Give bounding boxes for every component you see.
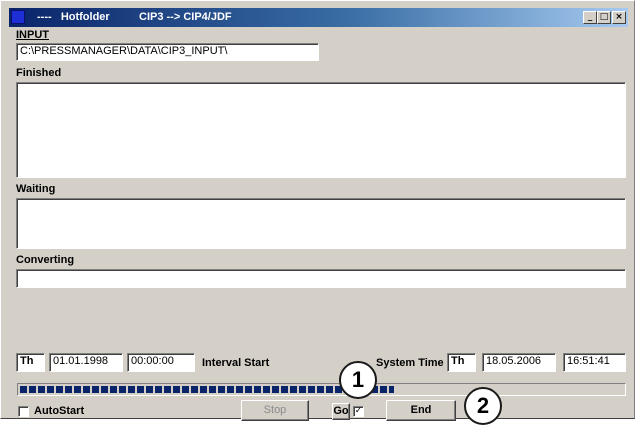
finished-list[interactable] <box>16 82 626 178</box>
waiting-list[interactable] <box>16 198 626 249</box>
progress-fill <box>20 386 394 393</box>
progress-bar <box>17 383 626 396</box>
title-prefix: ---- Hotfolder <box>37 11 110 23</box>
end-button[interactable]: End <box>386 400 456 421</box>
converting-label: Converting <box>16 254 75 266</box>
autostart-checkbox[interactable] <box>18 406 29 417</box>
waiting-label: Waiting <box>16 183 56 195</box>
app-icon[interactable] <box>11 10 25 24</box>
interval-date-field[interactable]: 01.01.1998 <box>49 353 123 372</box>
system-time-field[interactable]: 16:51:41 <box>563 353 626 372</box>
stop-button[interactable]: Stop <box>241 400 309 421</box>
input-label: INPUT <box>16 29 49 41</box>
callout-2: 2 <box>464 387 502 425</box>
input-path-field[interactable]: C:\PRESSMANAGER\DATA\CIP3_INPUT\ <box>16 43 319 61</box>
converting-field[interactable] <box>16 269 626 288</box>
maximize-icon[interactable]: □ <box>597 11 611 24</box>
go-checkbox[interactable]: ✓ <box>353 406 364 417</box>
interval-day-field[interactable]: Th <box>16 353 45 372</box>
close-icon[interactable]: × <box>612 11 626 24</box>
interval-start-label: Interval Start <box>202 357 270 369</box>
minimize-icon[interactable]: _ <box>583 11 597 24</box>
window-title: CIP3 --> CIP4/JDF <box>139 11 232 23</box>
callout-1: 1 <box>339 361 377 399</box>
system-day-field[interactable]: Th <box>447 353 476 372</box>
go-check-icon: ✓ <box>354 406 363 416</box>
autostart-label: AutoStart <box>34 405 85 417</box>
title-bar[interactable]: ---- Hotfolder CIP3 --> CIP4/JDF _ □ × <box>9 8 628 27</box>
system-date-field[interactable]: 18.05.2006 <box>482 353 556 372</box>
interval-time-field[interactable]: 00:00:00 <box>127 353 195 372</box>
go-button[interactable]: Go <box>332 403 350 420</box>
finished-label: Finished <box>16 67 62 79</box>
hotfolder-window: ---- Hotfolder CIP3 --> CIP4/JDF _ □ × I… <box>0 0 635 425</box>
system-time-label: System Time <box>376 357 444 369</box>
